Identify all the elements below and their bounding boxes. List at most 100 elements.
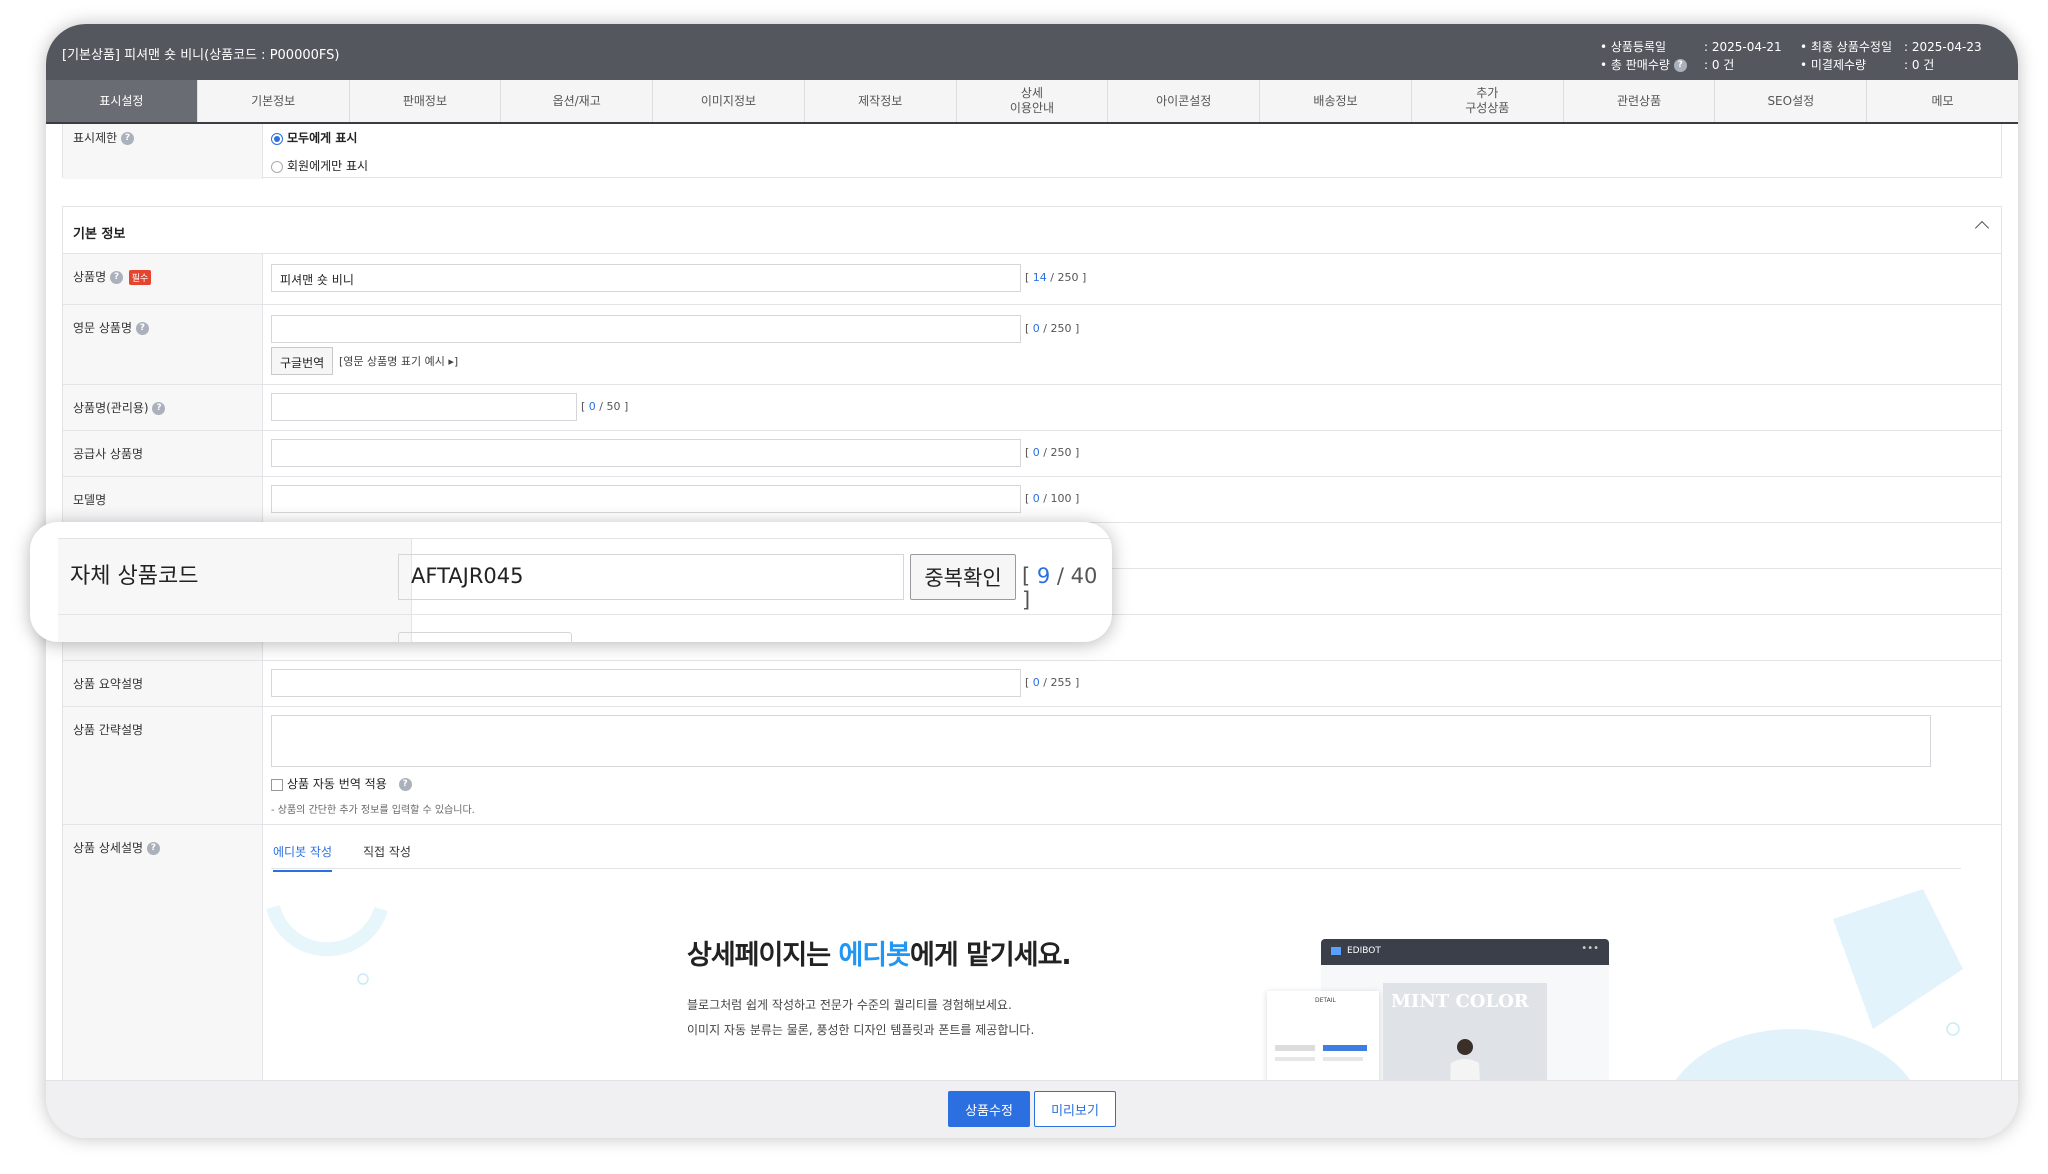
display-limit-label: 표시제한 — [73, 131, 118, 145]
help-icon[interactable]: ? — [135, 322, 149, 335]
admin-name-input[interactable] — [271, 393, 577, 421]
admin-name-cell: [ 0 / 50 ] — [263, 385, 2001, 430]
meta-right: • 최종 상품수정일: 2025-04-23 • 미결제수량: 0 건 — [1800, 38, 1982, 74]
mock-detail-text: DETAIL — [1315, 997, 1336, 1004]
total-sales-value: : 0 건 — [1704, 58, 1735, 72]
english-name-input[interactable] — [271, 315, 1021, 343]
promo-line-1: 블로그처럼 쉽게 작성하고 전문가 수준의 퀄리티를 경험해보세요. — [687, 998, 1012, 1012]
supplier-name-counter: [ 0 / 250 ] — [1025, 446, 1080, 459]
radio-show-all[interactable]: 모두에게 표시 — [271, 129, 357, 146]
model-name-label: 모델명 — [73, 493, 107, 507]
model-name-cell: [ 0 / 100 ] — [263, 477, 2001, 522]
supplier-name-cell: [ 0 / 250 ] — [263, 431, 2001, 476]
english-name-label-cell: 영문 상품명 ? — [63, 305, 263, 384]
modified-value: : 2025-04-23 — [1904, 40, 1982, 54]
registered-value: : 2025-04-21 — [1704, 40, 1782, 54]
detail-label: 상품 상세설명 — [73, 841, 144, 855]
summary-cell: [ 0 / 255 ] — [263, 661, 2001, 706]
page-title: [기본상품] 피셔맨 숏 비니(상품코드 : P00000FS) — [62, 48, 340, 63]
summary-label-cell: 상품 요약설명 — [63, 661, 263, 706]
tab-sales-info[interactable]: 판매정보 — [350, 80, 502, 122]
product-name-cell: 피셔맨 숏 비니 [ 14 / 250 ] — [263, 254, 2001, 304]
checkbox-icon[interactable] — [271, 778, 283, 791]
duplicate-check-button[interactable]: 중복확인 — [910, 554, 1016, 600]
brief-hint: - 상품의 간단한 추가 정보를 입력할 수 있습니다. — [271, 805, 475, 816]
radio-members-only[interactable]: 회원에게만 표시 — [271, 157, 368, 174]
total-sales-label: • 총 판매수량 — [1600, 58, 1670, 72]
brief-cell: 상품 자동 번역 적용 ? - 상품의 간단한 추가 정보를 입력할 수 있습니… — [263, 707, 2001, 824]
product-name-counter: [ 14 / 250 ] — [1025, 271, 1087, 284]
english-name-counter: [ 0 / 250 ] — [1025, 322, 1080, 335]
row-supplier-name: 공급사 상품명 [ 0 / 250 ] — [63, 430, 2001, 476]
tab-shipping-info[interactable]: 배송정보 — [1260, 80, 1412, 122]
english-name-example-link[interactable]: [영문 상품명 표기 예시 ▸] — [339, 353, 458, 369]
promo-line-2: 이미지 자동 분류는 물론, 풍성한 디자인 템플릿과 폰트를 제공합니다. — [687, 1023, 1035, 1037]
supplier-name-label-cell: 공급사 상품명 — [63, 431, 263, 476]
section-tabs: 표시설정 기본정보 판매정보 옵션/재고 이미지정보 제작정보 상세 이용안내 … — [46, 80, 2018, 124]
model-name-label-cell: 모델명 — [63, 477, 263, 522]
help-icon[interactable]: ? — [152, 402, 166, 415]
registered-label: • 상품등록일 — [1600, 40, 1667, 54]
row-admin-name: 상품명(관리용) ? [ 0 / 50 ] — [63, 384, 2001, 430]
tab-additional-products[interactable]: 추가 구성상품 — [1412, 80, 1564, 122]
english-name-label: 영문 상품명 — [73, 321, 133, 335]
help-icon[interactable]: ? — [121, 132, 134, 145]
display-limit-row: 표시제한 ? 모두에게 표시 회원에게만 표시 — [63, 124, 2001, 179]
detail-label-cell: 상품 상세설명 ? — [63, 825, 263, 1106]
tab-image-info[interactable]: 이미지정보 — [653, 80, 805, 122]
summary-label: 상품 요약설명 — [73, 677, 144, 691]
tab-basic-info[interactable]: 기본정보 — [198, 80, 350, 122]
model-name-counter: [ 0 / 100 ] — [1025, 492, 1080, 505]
google-translate-button[interactable]: 구글번역 — [271, 347, 334, 375]
product-code-label: 자체 상품코드 — [70, 564, 199, 589]
brief-textarea[interactable] — [271, 715, 1931, 767]
basic-info-box: 기본 정보 상품명 ? 필수 피셔맨 숏 비니 [ 14 / 250 ] 영문 … — [62, 206, 2002, 1106]
auto-translate-option[interactable]: 상품 자동 번역 적용 ? — [271, 775, 412, 792]
summary-counter: [ 0 / 255 ] — [1025, 676, 1080, 689]
tab-icon-settings[interactable]: 아이콘설정 — [1108, 80, 1261, 122]
english-name-cell: [ 0 / 250 ] 구글번역 [영문 상품명 표기 예시 ▸] — [263, 305, 2001, 384]
tab-direct[interactable]: 직접 작성 — [363, 843, 411, 870]
admin-name-counter: [ 0 / 50 ] — [581, 400, 629, 413]
radio-checked-icon[interactable] — [271, 132, 283, 145]
tab-edibot[interactable]: 에디봇 작성 — [273, 843, 333, 872]
required-badge: 필수 — [128, 270, 152, 285]
row-model-name: 모델명 [ 0 / 100 ] — [63, 476, 2001, 522]
promo-description: 블로그처럼 쉽게 작성하고 전문가 수준의 퀄리티를 경험해보세요. 이미지 자… — [687, 993, 1034, 1043]
model-name-input[interactable] — [271, 485, 1021, 513]
preview-button[interactable]: 미리보기 — [1034, 1091, 1116, 1127]
admin-name-label: 상품명(관리용) — [73, 401, 149, 415]
meta-left: • 상품등록일 : 2025-04-21 • 총 판매수량 ? : 0 건 — [1600, 38, 1782, 74]
tab-options-stock[interactable]: 옵션/재고 — [501, 80, 654, 122]
basic-info-header[interactable]: 기본 정보 — [63, 207, 2001, 253]
product-name-input[interactable]: 피셔맨 숏 비니 — [271, 264, 1021, 292]
detail-cell: 에디봇 작성 직접 작성 상세페이지는 에디봇에게 맡기세요. 블로그처럼 쉽게… — [263, 825, 2001, 1106]
tab-display-settings[interactable]: 표시설정 — [46, 80, 198, 122]
supplier-name-label: 공급사 상품명 — [73, 447, 144, 461]
supplier-name-input[interactable] — [271, 439, 1021, 467]
display-limit-label-cell: 표시제한 ? — [63, 124, 263, 179]
brief-label-cell: 상품 간략설명 — [63, 707, 263, 824]
tab-production-info[interactable]: 제작정보 — [805, 80, 957, 122]
tab-detail-guide[interactable]: 상세 이용안내 — [957, 80, 1109, 122]
mock-titlebar: EDIBOT ••• — [1321, 939, 1609, 965]
help-icon[interactable]: ? — [146, 842, 160, 855]
help-icon[interactable]: ? — [109, 271, 123, 284]
product-code-input[interactable]: AFTAJR045 — [398, 554, 904, 600]
more-icon: ••• — [1581, 943, 1599, 954]
tab-related-products[interactable]: 관련상품 — [1564, 80, 1716, 122]
display-limit-box: 표시제한 ? 모두에게 표시 회원에게만 표시 — [62, 124, 2002, 179]
collapse-chevron-up-icon[interactable] — [1974, 220, 1990, 236]
radio-unchecked-icon[interactable] — [271, 160, 283, 173]
product-code-counter: [ 9 / 40 ] — [1022, 564, 1098, 612]
help-icon[interactable]: ? — [398, 778, 412, 791]
summary-input[interactable] — [271, 669, 1021, 697]
section-title: 기본 정보 — [73, 227, 126, 242]
save-product-button[interactable]: 상품수정 — [948, 1091, 1030, 1127]
tab-memo[interactable]: 메모 — [1867, 80, 2018, 122]
admin-name-label-cell: 상품명(관리용) ? — [63, 385, 263, 430]
edibot-logo-icon — [1331, 947, 1341, 955]
tab-seo-settings[interactable]: SEO설정 — [1715, 80, 1868, 122]
help-icon[interactable]: ? — [1673, 59, 1687, 72]
unpaid-label: • 미결제수량 — [1800, 58, 1867, 72]
